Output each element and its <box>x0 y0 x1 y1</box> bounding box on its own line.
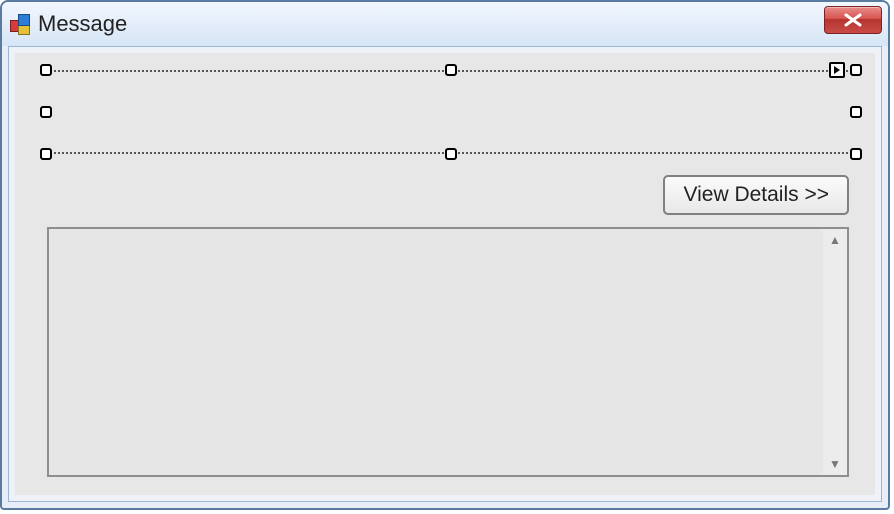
selected-label-control[interactable] <box>41 65 861 159</box>
form-surface[interactable]: View Details >> ▲ ▼ <box>15 53 875 495</box>
view-details-label: View Details >> <box>683 183 829 207</box>
app-icon <box>10 14 30 34</box>
close-button[interactable] <box>824 6 882 34</box>
smart-tag-arrow-icon[interactable] <box>829 62 845 78</box>
titlebar[interactable]: Message <box>2 2 888 46</box>
scroll-up-icon[interactable]: ▲ <box>823 229 847 251</box>
details-textbox[interactable]: ▲ ▼ <box>47 227 849 477</box>
message-window: Message View D <box>0 0 890 510</box>
resize-handle-bl[interactable] <box>40 148 52 160</box>
scroll-down-icon[interactable]: ▼ <box>823 453 847 475</box>
textbox-body[interactable] <box>49 229 823 475</box>
view-details-button[interactable]: View Details >> <box>663 175 849 215</box>
resize-handle-tc[interactable] <box>445 64 457 76</box>
resize-handle-tl[interactable] <box>40 64 52 76</box>
label-body <box>46 70 856 154</box>
client-area: View Details >> ▲ ▼ <box>8 46 882 502</box>
resize-handle-ml[interactable] <box>40 106 52 118</box>
resize-handle-tr[interactable] <box>850 64 862 76</box>
vertical-scrollbar[interactable]: ▲ ▼ <box>823 229 847 475</box>
close-icon <box>843 13 863 27</box>
resize-handle-bc[interactable] <box>445 148 457 160</box>
resize-handle-br[interactable] <box>850 148 862 160</box>
window-title: Message <box>38 11 127 37</box>
resize-handle-mr[interactable] <box>850 106 862 118</box>
